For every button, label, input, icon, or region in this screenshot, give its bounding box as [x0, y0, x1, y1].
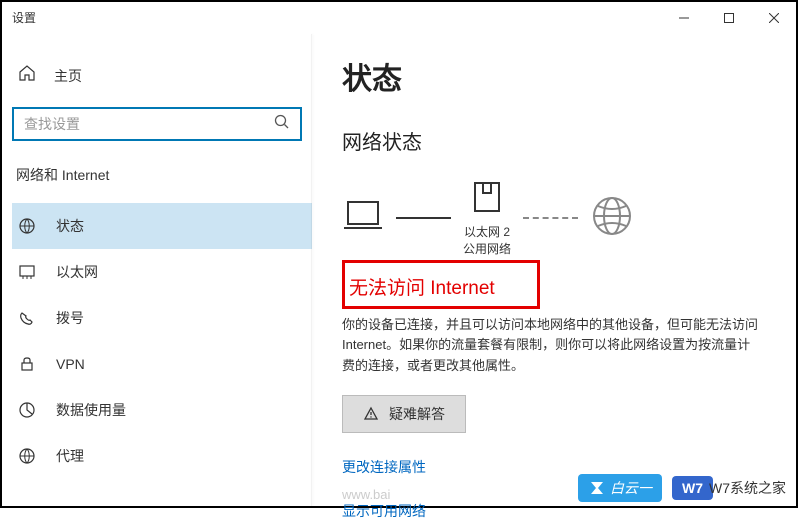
troubleshoot-label: 疑难解答: [389, 404, 445, 424]
search-input[interactable]: [24, 116, 274, 132]
home-label: 主页: [54, 66, 82, 86]
error-text: 无法访问 Internet: [349, 273, 525, 300]
home-icon: [18, 64, 36, 87]
router-name: 以太网 2: [463, 224, 511, 241]
network-diagram: 以太网 2 公用网络: [342, 179, 766, 258]
sidebar-item-vpn[interactable]: VPN: [12, 341, 312, 387]
usage-icon: [18, 401, 36, 419]
watermark-byun: 白云一: [578, 474, 662, 502]
sidebar-item-usage[interactable]: 数据使用量: [12, 387, 312, 433]
warning-icon: [363, 406, 379, 422]
connection-line: [396, 217, 451, 219]
status-icon: [18, 217, 36, 235]
watermarks: 白云一 W7 W7系统之家: [578, 474, 786, 502]
sidebar-item-ethernet[interactable]: 以太网: [12, 249, 312, 295]
close-button[interactable]: [751, 2, 796, 34]
sidebar-item-proxy[interactable]: 代理: [12, 433, 312, 479]
search-box[interactable]: [12, 107, 302, 141]
maximize-button[interactable]: [706, 2, 751, 34]
sidebar-item-label: 代理: [56, 446, 84, 466]
sub-title: 网络状态: [342, 126, 766, 155]
watermark-w7-logo: W7: [672, 476, 713, 500]
watermark-w7-text: W7系统之家: [709, 478, 786, 498]
sidebar-section-header: 网络和 Internet: [16, 165, 312, 185]
error-highlight-box: 无法访问 Internet: [342, 260, 540, 309]
show-networks-link[interactable]: 显示可用网络: [342, 501, 766, 521]
sidebar-item-dialup[interactable]: 拨号: [12, 295, 312, 341]
search-icon: [274, 114, 290, 135]
window-title: 设置: [12, 9, 661, 26]
page-title: 状态: [342, 54, 766, 98]
sidebar-item-label: 以太网: [56, 262, 98, 282]
dialup-icon: [18, 309, 36, 327]
description-text: 你的设备已连接，并且可以访问本地网络中的其他设备，但可能无法访问 Interne…: [342, 315, 762, 377]
sidebar-item-label: 状态: [56, 216, 84, 236]
router-type: 公用网络: [463, 241, 511, 258]
minimize-button[interactable]: [661, 2, 706, 34]
proxy-icon: [18, 447, 36, 465]
disconnected-line: [523, 217, 578, 219]
sidebar-item-status[interactable]: 状态: [12, 203, 312, 249]
laptop-icon: [342, 198, 384, 239]
troubleshoot-button[interactable]: 疑难解答: [342, 395, 466, 433]
ethernet-icon: [18, 263, 36, 281]
sidebar-item-label: VPN: [56, 356, 85, 372]
sidebar-item-label: 数据使用量: [56, 400, 126, 420]
home-nav[interactable]: 主页: [12, 52, 312, 99]
router-icon: [471, 179, 503, 220]
vpn-icon: [18, 355, 36, 373]
globe-icon: [590, 194, 634, 243]
watermark-baidu: www.bai: [342, 487, 390, 502]
sidebar-item-label: 拨号: [56, 308, 84, 328]
